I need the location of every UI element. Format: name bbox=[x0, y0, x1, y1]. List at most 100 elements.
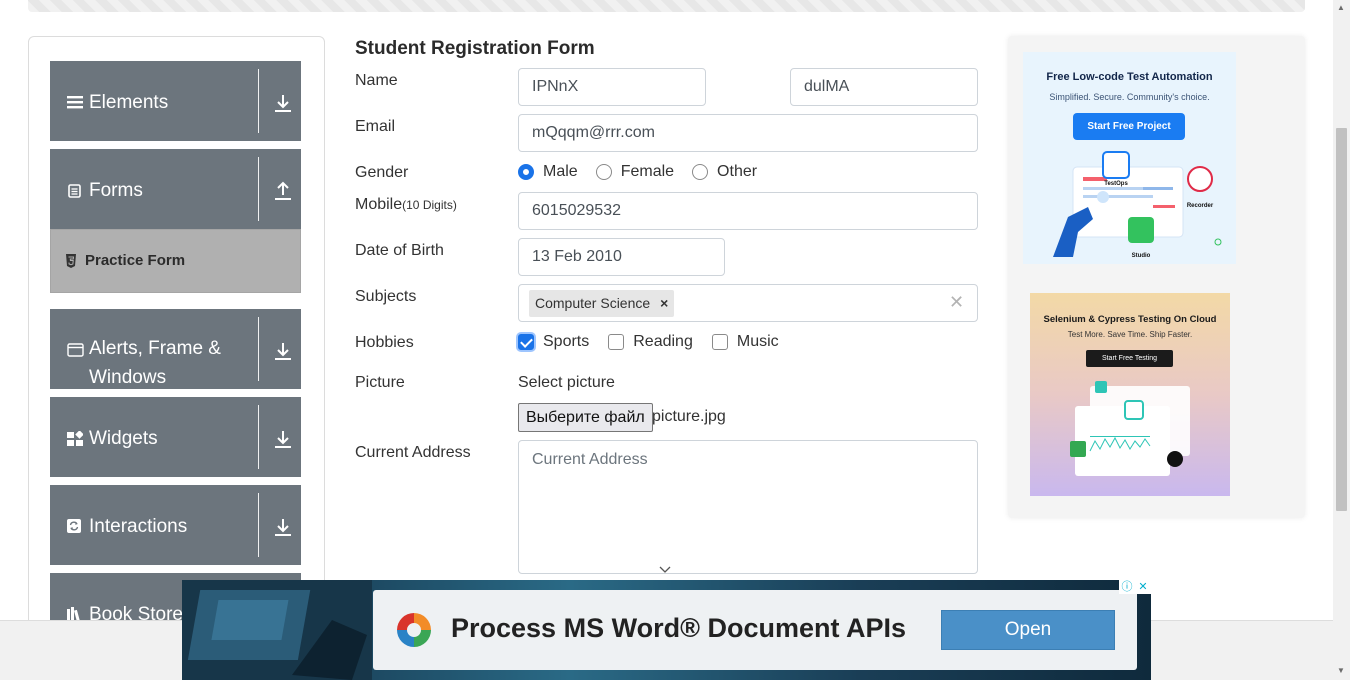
ad-card: Process MS Word® Document APIs Open bbox=[373, 590, 1137, 670]
adchoices-info-icon[interactable]: ⓘ bbox=[1119, 580, 1135, 594]
checkbox-label: Sports bbox=[543, 333, 590, 350]
remove-chip-icon[interactable]: × bbox=[660, 290, 668, 317]
hobbies-label: Hobbies bbox=[355, 334, 414, 351]
download-arrow-icon[interactable] bbox=[274, 92, 292, 114]
ad-label-recorder: Recorder bbox=[1187, 203, 1214, 209]
checkbox-label: Reading bbox=[633, 333, 693, 350]
sidebar-group-forms[interactable]: Forms bbox=[50, 149, 301, 229]
radio-label: Male bbox=[543, 163, 578, 180]
checkbox[interactable] bbox=[711, 334, 728, 350]
html5-icon bbox=[66, 254, 76, 268]
ad-cta-button[interactable]: Start Free Project bbox=[1073, 113, 1185, 140]
divider bbox=[258, 405, 259, 469]
bottom-ad-banner[interactable]: Process MS Word® Document APIs Open bbox=[182, 580, 1151, 680]
ad-laptop-image bbox=[182, 580, 372, 680]
top-banner-strip bbox=[28, 0, 1305, 12]
aspose-logo-icon bbox=[397, 613, 431, 647]
sidebar-group-label: Widgets bbox=[89, 428, 158, 449]
hobbies-checkbox-group: Sports Reading Music bbox=[518, 331, 798, 353]
radio-button[interactable] bbox=[518, 164, 534, 180]
download-arrow-icon[interactable] bbox=[274, 516, 292, 538]
mobile-label-text: Mobile bbox=[355, 196, 403, 213]
ad-title: Free Low-code Test Automation bbox=[1046, 71, 1213, 83]
file-name: picture.jpg bbox=[652, 408, 726, 425]
sidebar-item-label: Practice Form bbox=[85, 252, 186, 269]
upload-arrow-icon[interactable] bbox=[274, 180, 292, 202]
ad-choices[interactable]: ⓘ ✕ bbox=[1119, 580, 1151, 594]
document-icon bbox=[68, 184, 81, 198]
ad-katalon[interactable]: Free Low-code Test Automation Simplified… bbox=[1023, 52, 1236, 264]
window-icon bbox=[67, 343, 84, 357]
clear-subjects-icon[interactable]: ✕ bbox=[949, 292, 964, 313]
dob-label: Date of Birth bbox=[355, 242, 444, 259]
ad-close-icon[interactable]: ✕ bbox=[1135, 580, 1151, 594]
gender-other-option[interactable]: Other bbox=[692, 163, 757, 181]
sidebar-group-alerts[interactable]: Alerts, Frame & Windows bbox=[50, 309, 301, 389]
sidebar: Elements Forms Practice Form Alerts, Fra… bbox=[28, 36, 325, 636]
download-arrow-icon[interactable] bbox=[274, 340, 292, 362]
download-arrow-icon[interactable] bbox=[274, 428, 292, 450]
mobile-label: Mobile(10 Digits) bbox=[355, 196, 457, 214]
checkbox[interactable] bbox=[608, 334, 625, 350]
gender-male-option[interactable]: Male bbox=[518, 163, 578, 181]
sidebar-group-widgets[interactable]: Widgets bbox=[50, 397, 301, 477]
sidebar-group-elements[interactable]: Elements bbox=[50, 61, 301, 141]
ad-subtitle: Test More. Save Time. Ship Faster. bbox=[1067, 330, 1193, 339]
widgets-icon bbox=[67, 431, 83, 446]
subject-chip-label: Computer Science bbox=[535, 295, 651, 311]
mobile-input[interactable]: 6015029532 bbox=[518, 192, 978, 230]
divider bbox=[258, 157, 259, 221]
sidebar-group-label: Elements bbox=[89, 92, 169, 113]
scrollbar-thumb[interactable] bbox=[1336, 128, 1347, 511]
scroll-down-icon[interactable]: ▼ bbox=[1337, 666, 1345, 675]
address-label: Current Address bbox=[355, 444, 471, 461]
interactions-icon bbox=[67, 519, 81, 533]
choose-file-button[interactable]: Выберите файл bbox=[518, 403, 653, 432]
ad-illustration bbox=[1070, 381, 1190, 476]
ad-headline: Process MS Word® Document APIs bbox=[451, 613, 906, 643]
radio-label: Other bbox=[717, 163, 758, 180]
ad-title: Selenium & Cypress Testing On Cloud bbox=[1043, 314, 1217, 325]
ad-subtitle: Simplified. Secure. Community's choice. bbox=[1049, 92, 1210, 102]
ad-label-testops: TestOps bbox=[1104, 181, 1128, 187]
radio-button[interactable] bbox=[692, 164, 709, 180]
chevron-down-icon bbox=[659, 566, 671, 573]
dob-input[interactable]: 13 Feb 2010 bbox=[518, 238, 725, 276]
last-name-input[interactable]: dulMA bbox=[790, 68, 978, 106]
email-input[interactable]: mQqqm@rrr.com bbox=[518, 114, 978, 152]
divider bbox=[258, 493, 259, 557]
ad-label-studio: Studio bbox=[1132, 253, 1151, 259]
sidebar-group-label: Interactions bbox=[89, 516, 188, 537]
picture-label: Picture bbox=[355, 374, 405, 391]
gender-label: Gender bbox=[355, 164, 409, 181]
sidebar-group-interactions[interactable]: Interactions bbox=[50, 485, 301, 565]
ad-lambdatest[interactable]: Selenium & Cypress Testing On Cloud Test… bbox=[1030, 293, 1230, 496]
ad-open-button[interactable]: Open bbox=[941, 610, 1115, 650]
subject-chip: Computer Science × bbox=[529, 290, 675, 317]
ad-cta-button[interactable]: Start Free Testing bbox=[1086, 350, 1173, 367]
select-picture-text: Select picture bbox=[518, 374, 615, 391]
hobby-sports-option[interactable]: Sports bbox=[518, 333, 589, 351]
sidebar-item-practice-form[interactable]: Practice Form bbox=[50, 229, 301, 293]
mobile-hint: (10 Digits) bbox=[402, 198, 457, 212]
name-label: Name bbox=[355, 72, 398, 89]
current-address-textarea[interactable]: Current Address bbox=[518, 440, 978, 574]
hobby-music-option[interactable]: Music bbox=[711, 333, 779, 351]
sidebar-group-label: Forms bbox=[89, 180, 143, 201]
divider bbox=[258, 69, 259, 133]
gender-radio-group: Male Female Other bbox=[518, 161, 775, 183]
subjects-label: Subjects bbox=[355, 288, 417, 305]
radio-label: Female bbox=[620, 163, 675, 180]
first-name-input[interactable]: IPNnX bbox=[518, 68, 706, 106]
checkbox-label: Music bbox=[736, 333, 779, 350]
email-label: Email bbox=[355, 118, 396, 135]
checkbox[interactable] bbox=[518, 334, 534, 350]
hamburger-icon bbox=[67, 96, 83, 109]
scroll-up-icon[interactable]: ▲ bbox=[1337, 3, 1345, 12]
ad-illustration: TestOps Recorder Studio bbox=[1053, 151, 1222, 259]
gender-female-option[interactable]: Female bbox=[595, 163, 675, 181]
page-title: Student Registration Form bbox=[355, 38, 595, 59]
radio-button[interactable] bbox=[595, 164, 612, 180]
sidebar-group-label: Alerts, Frame & Windows bbox=[89, 338, 221, 388]
hobby-reading-option[interactable]: Reading bbox=[608, 333, 693, 351]
